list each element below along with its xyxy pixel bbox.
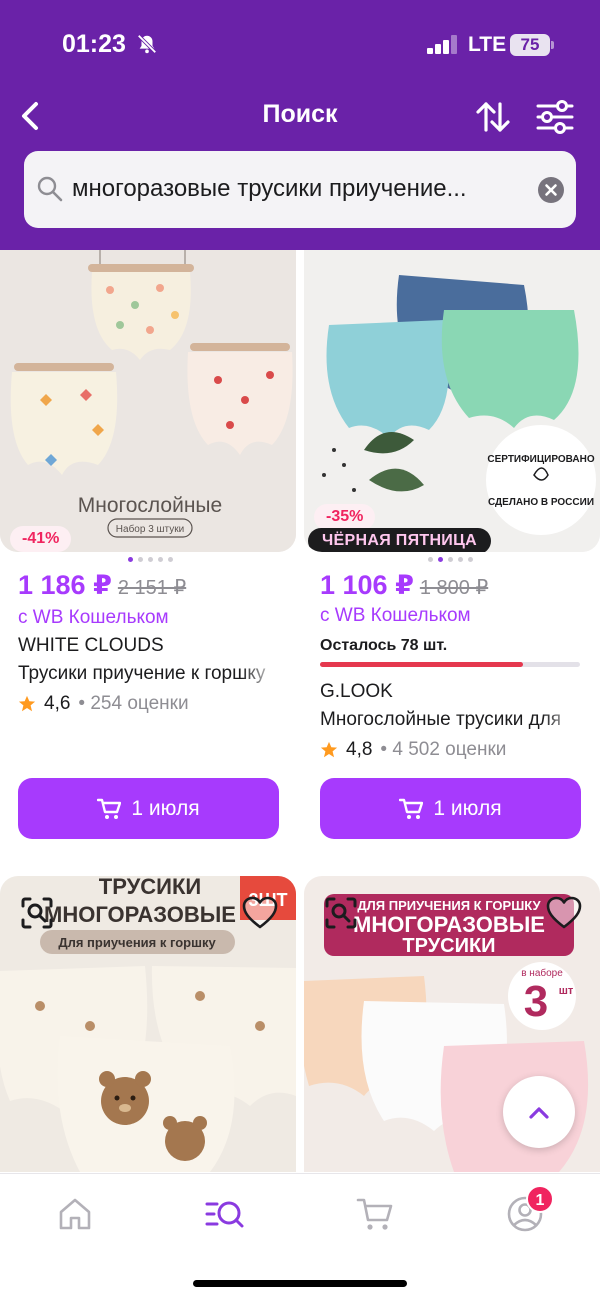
search-input[interactable]: многоразовые трусики приучение... [24,151,576,228]
battery-icon: 75 [510,34,550,56]
pack-count-unit: шт [559,985,574,997]
star-icon [18,695,36,712]
clear-search-icon[interactable] [538,177,564,203]
cart-icon [399,798,424,819]
chevron-up-icon [529,1107,549,1119]
price-old: 2 151 ₽ [117,577,187,599]
heart-icon[interactable] [242,896,278,930]
stock-progress-fill [320,662,523,667]
status-bar: 01:23 LTE 75 [0,0,600,90]
made-in-russia-text: СДЕЛАНО В РОССИИ [488,497,594,508]
heart-icon[interactable] [546,896,582,930]
catalog-search-icon[interactable] [205,1194,245,1234]
product-image[interactable]: ТРУСИКИ МНОГОРАЗОВЫЕ Для приучения к гор… [0,876,296,1172]
product-rating: 4,8 • 4 502 оценки [320,739,506,761]
product-brand: WHITE CLOUDS [18,635,164,656]
nav-row: Поиск [0,90,600,146]
visual-search-icon[interactable] [324,896,358,930]
wallet-label: с WB Кошельком [18,607,169,628]
delivery-date: 1 июля [131,796,200,820]
search-query[interactable]: многоразовые трусики приучение... [72,175,522,203]
bell-muted-icon [137,34,157,54]
search-icon [37,176,63,202]
product-name[interactable]: Многослойные трусики для [320,709,582,731]
certified-text: СЕРТИФИЦИРОВАНО [487,454,594,465]
status-time: 01:23 [62,30,126,58]
scroll-to-top-button[interactable] [503,1076,575,1148]
visual-search-icon[interactable] [20,896,54,930]
image-headline-3: ТРУСИКИ [402,935,495,957]
review-count: • 4 502 оценки [380,739,507,760]
price-old: 1 800 ₽ [419,577,489,599]
discount-badge: -41% [10,526,72,552]
cart-icon[interactable] [355,1194,395,1234]
notification-badge: 1 [526,1185,554,1213]
home-icon[interactable] [55,1194,95,1234]
add-to-cart-button[interactable]: 1 июля [18,778,279,839]
product-rating: 4,6 • 254 оценки [18,693,189,715]
product-price: 1 106 ₽1 800 ₽ [320,570,488,601]
product-photo-underpants: Многослойные Набор 3 штуки [0,250,296,552]
image-subheadline: Для приучения к горшку [58,935,216,950]
image-headline-2: МНОГОРАЗОВЫЕ [353,912,545,937]
filter-icon[interactable] [534,96,576,138]
product-brand: G.LOOK [320,681,393,702]
pack-count: 3 [524,977,548,1026]
image-subcaption: Набор 3 штуки [116,523,184,535]
star-icon [320,741,338,758]
delivery-date: 1 июля [433,796,502,820]
stock-remaining: Осталось 78 шт. [320,637,448,654]
home-indicator[interactable] [193,1280,407,1287]
sort-icon[interactable] [472,96,514,138]
signal-icon [427,34,459,54]
price-current: 1 106 ₽ [320,570,414,600]
stock-progress-bar [320,662,580,667]
add-to-cart-button[interactable]: 1 июля [320,778,581,839]
product-name[interactable]: Трусики приучение к горшку [18,663,280,685]
image-headline: ТРУСИКИ [99,876,201,899]
network-label: LTE [468,33,507,56]
discount-badge: -35% [314,504,376,530]
image-headline-2: МНОГОРАЗОВЫЕ [44,902,236,927]
battery-nub [551,41,554,49]
product-image[interactable]: СЕРТИФИЦИРОВАНО СДЕЛАНО В РОССИИ -35% ЧЁ… [304,250,600,552]
wallet-label: с WB Кошельком [320,605,471,626]
image-pager-dots [428,557,473,562]
price-current: 1 186 ₽ [18,570,112,600]
cart-icon [97,798,122,819]
search-results-screen: 01:23 LTE 75 Поиск многоразовые трусики … [0,0,600,1300]
image-headline: ДЛЯ ПРИУЧЕНИЯ К ГОРШКУ [357,898,541,913]
product-price: 1 186 ₽2 151 ₽ [18,570,186,601]
rating-value: 4,8 [346,739,373,760]
rating-value: 4,6 [44,693,71,714]
product-image[interactable]: Многослойные Набор 3 штуки -41% [0,250,296,552]
promo-badge: ЧЁРНАЯ ПЯТНИЦА [308,528,491,552]
image-pager-dots [128,557,173,562]
review-count: • 254 оценки [78,693,189,714]
image-caption: Многослойные [78,494,222,517]
header: 01:23 LTE 75 Поиск многоразовые трусики … [0,0,600,250]
